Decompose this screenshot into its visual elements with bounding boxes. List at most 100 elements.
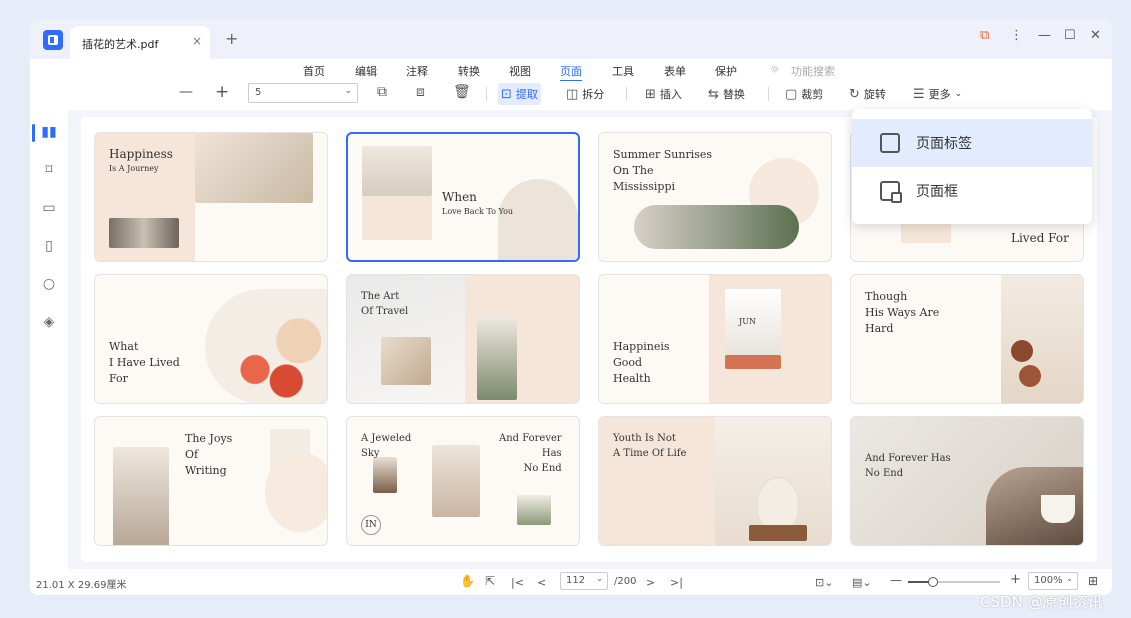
thumbnails-icon[interactable]: ▮▮ <box>41 124 57 140</box>
thumb-subtitle: Is A Journey <box>109 164 159 173</box>
menu-page[interactable]: 页面 <box>560 63 582 81</box>
page-thumbnail-5[interactable]: What I Have Lived For <box>94 274 328 404</box>
split-button[interactable]: ◫ 拆分 <box>563 83 607 105</box>
page-label-menu-item[interactable]: 页面标签 <box>852 119 1092 167</box>
menu-annotate[interactable]: 注释 <box>406 63 428 79</box>
new-tab-button[interactable]: + <box>225 29 238 48</box>
zoom-in-icon[interactable]: + <box>1010 572 1021 587</box>
zoom-in-button[interactable]: + <box>215 82 229 102</box>
extract-icon: ⊡ <box>501 86 512 102</box>
menu-protect[interactable]: 保护 <box>715 63 737 79</box>
calendar-label: JUN <box>739 317 756 326</box>
rotate-button[interactable]: ↻ 旋转 <box>846 83 889 105</box>
last-page-icon[interactable]: >| <box>670 576 683 589</box>
hand-tool-icon[interactable]: ✋ <box>460 574 475 588</box>
chevron-down-icon: ⌄ <box>344 86 352 96</box>
more-button[interactable]: ☰ 更多 ⌄ <box>910 83 965 105</box>
thumb-title: And Forever Has No End <box>865 453 951 479</box>
first-page-icon[interactable]: |< <box>511 576 524 589</box>
thumb-title: Lived For <box>1011 231 1069 245</box>
menu-home[interactable]: 首页 <box>303 63 325 79</box>
page-thumbnail-3[interactable]: Summer Sunrises On The Mississippi <box>598 132 832 262</box>
minimize-button[interactable]: — <box>1038 28 1051 43</box>
page-layout-icon[interactable]: ⊡⌄ <box>815 576 833 589</box>
comment-icon[interactable]: ▭ <box>41 200 57 216</box>
page-thumbnail-12[interactable]: And Forever Has No End <box>850 416 1084 546</box>
zoom-select[interactable]: 100% ⌄ <box>1028 572 1078 590</box>
rotate-left-page-icon[interactable]: ⧉ <box>377 84 387 100</box>
menu-forms[interactable]: 表单 <box>664 63 686 79</box>
insert-label: 插入 <box>659 88 682 101</box>
maximize-button[interactable]: ☐ <box>1064 28 1076 43</box>
watermark: CSDN @原创资讯 <box>980 593 1103 611</box>
close-window-button[interactable]: ✕ <box>1090 28 1101 43</box>
page-box-icon <box>880 181 902 203</box>
feature-search-icon[interactable]: ☼ <box>770 63 780 76</box>
tab-bar: 插花的艺术.pdf × + ⧉ ⋮ — ☐ ✕ <box>30 19 1112 59</box>
select-tool-icon[interactable]: ⇱ <box>485 574 495 588</box>
crop-icon: ▢ <box>785 86 798 102</box>
page-thumbnail-9[interactable]: The Joys Of Writing <box>94 416 328 546</box>
thumb-title: The Joys Of Writing <box>185 432 233 477</box>
toolbar-divider <box>486 87 487 101</box>
search-icon[interactable]: ○ <box>41 276 57 292</box>
menu-view[interactable]: 视图 <box>509 63 531 79</box>
zoom-slider-knob[interactable] <box>928 577 938 587</box>
chevron-down-icon: ⌄ <box>596 574 603 583</box>
page-thumbnail-6[interactable]: The Art Of Travel <box>346 274 580 404</box>
rotate-icon: ↻ <box>849 86 860 102</box>
menu-edit[interactable]: 编辑 <box>355 63 377 79</box>
page-thumbnail-2[interactable]: When Love Back To You <box>346 132 580 262</box>
page-thumbnail-11[interactable]: Youth Is Not A Time Of Life <box>598 416 832 546</box>
more-options-icon[interactable]: ⋮ <box>1010 28 1023 43</box>
thumb-title: Happiness <box>109 147 173 161</box>
crop-button[interactable]: ▢ 裁剪 <box>782 83 826 105</box>
active-indicator <box>32 124 35 142</box>
thumb-title: A Jeweled Sky <box>361 433 412 459</box>
attachment-icon[interactable]: ▯ <box>41 238 57 254</box>
page-thumbnail-7[interactable]: JUN Happineis Good Health <box>598 274 832 404</box>
replace-button[interactable]: ⇆ 替换 <box>705 83 748 105</box>
prev-page-icon[interactable]: < <box>537 576 546 589</box>
zoom-value: 100% <box>1034 575 1063 586</box>
page-thumbnail-8[interactable]: Though His Ways Are Hard <box>850 274 1084 404</box>
bookmark-icon[interactable]: ⌑ <box>41 162 57 178</box>
tab-close-icon[interactable]: × <box>192 34 202 48</box>
zoom-out-icon[interactable]: — <box>890 573 902 587</box>
rotate-right-page-icon[interactable]: ⧈ <box>416 84 425 100</box>
thumb-title: Happineis Good Health <box>613 340 670 385</box>
side-rail: ▮▮ ⌑ ▭ ▯ ○ ◈ <box>30 110 68 569</box>
view-mode-icon[interactable]: ▤⌄ <box>852 576 872 589</box>
split-icon: ◫ <box>566 86 579 102</box>
document-tab[interactable]: 插花的艺术.pdf × <box>70 26 210 59</box>
zoom-slider[interactable] <box>908 577 1000 587</box>
notification-icon[interactable]: ⧉ <box>980 28 989 43</box>
status-bar: 21.01 X 29.69厘米 ✋ ⇱ |< < 112 ⌄ /200 > >|… <box>30 569 1112 595</box>
menu-tools[interactable]: 工具 <box>612 63 634 79</box>
page-toolbar: — + 5 ⌄ ⧉ ⧈ 🗑 ⊡ 提取 ◫ 拆分 ⊞ 插入 ⇆ 替换 ▢ 裁剪 ↻… <box>30 82 1112 108</box>
page-number-select[interactable]: 5 ⌄ <box>248 83 358 103</box>
thumb-title: Though His Ways Are Hard <box>865 290 940 335</box>
page-box-menu-item[interactable]: 页面框 <box>852 167 1092 215</box>
page-thumbnail-1[interactable]: Happiness Is A Journey <box>94 132 328 262</box>
menu-convert[interactable]: 转换 <box>458 63 480 79</box>
extract-button[interactable]: ⊡ 提取 <box>498 83 541 105</box>
split-label: 拆分 <box>582 88 605 101</box>
tab-title: 插花的艺术.pdf <box>82 38 159 51</box>
more-dropdown-menu: 页面标签 页面框 <box>852 109 1092 224</box>
thumb-title: Youth Is Not A Time Of Life <box>613 433 687 459</box>
current-page-input[interactable]: 112 ⌄ <box>560 572 608 590</box>
zoom-out-button[interactable]: — <box>179 84 193 100</box>
replace-icon: ⇆ <box>708 86 719 102</box>
next-page-icon[interactable]: > <box>646 576 655 589</box>
page-thumbnail-10[interactable]: A Jeweled Sky And Forever Has No End IN <box>346 416 580 546</box>
insert-button[interactable]: ⊞ 插入 <box>642 83 685 105</box>
thumb-title: Summer Sunrises On The Mississippi <box>613 148 713 193</box>
layers-icon[interactable]: ◈ <box>41 314 57 330</box>
delete-page-icon[interactable]: 🗑 <box>453 84 471 100</box>
feature-search[interactable]: 功能搜索 <box>791 63 835 79</box>
fit-page-icon[interactable]: ⊞ <box>1088 574 1098 588</box>
page-label-text: 页面标签 <box>916 136 972 152</box>
page-box-text: 页面框 <box>916 184 958 200</box>
toolbar-divider <box>768 87 769 101</box>
